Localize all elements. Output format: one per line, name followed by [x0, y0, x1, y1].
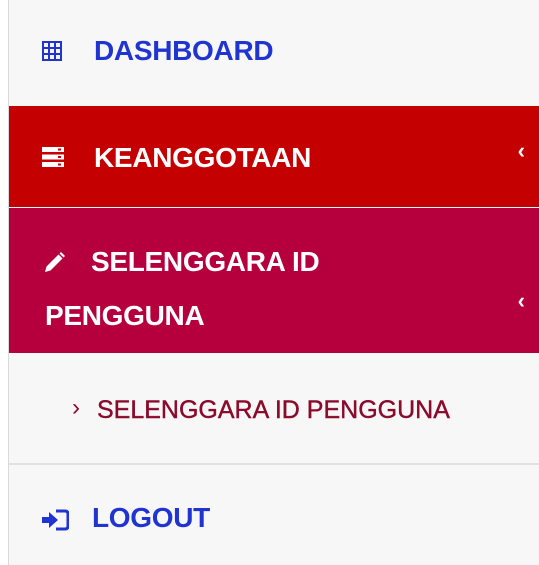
pencil-icon	[45, 252, 65, 272]
sidebar-item-selenggara-id-pengguna[interactable]: SELENGGARA ID PENGGUNA ‹	[9, 208, 539, 353]
chevron-left-icon[interactable]: ‹	[518, 140, 525, 162]
table-grid-icon	[42, 41, 62, 61]
sidebar-item-label-line2: PENGGUNA	[45, 300, 205, 331]
sidebar-item-dashboard[interactable]: DASHBOARD	[9, 0, 539, 106]
chevron-left-icon[interactable]: ‹	[518, 290, 525, 312]
server-stack-icon	[42, 147, 64, 167]
chevron-right-icon: ›	[72, 394, 80, 421]
logout-label: LOGOUT	[92, 502, 210, 533]
sidebar-left-edge	[0, 0, 9, 565]
sidebar-item-label: DASHBOARD	[94, 35, 274, 66]
submenu-item-selenggara-id-pengguna[interactable]: › SELENGGARA ID PENGGUNA	[9, 353, 539, 465]
sidebar-menu: DASHBOARD KEANGGOTAAN ‹ SELENGGARA ID PE…	[0, 0, 539, 565]
submenu-item-label: SELENGGARA ID PENGGUNA	[97, 396, 450, 424]
sidebar-item-label: KEANGGOTAAN	[94, 142, 312, 173]
logout-button[interactable]: LOGOUT	[9, 467, 539, 565]
sidebar-item-label-line1: SELENGGARA ID	[91, 246, 320, 277]
sidebar-item-keanggotaan[interactable]: KEANGGOTAAN ‹	[9, 106, 539, 207]
sign-in-arrow-icon	[42, 509, 69, 531]
